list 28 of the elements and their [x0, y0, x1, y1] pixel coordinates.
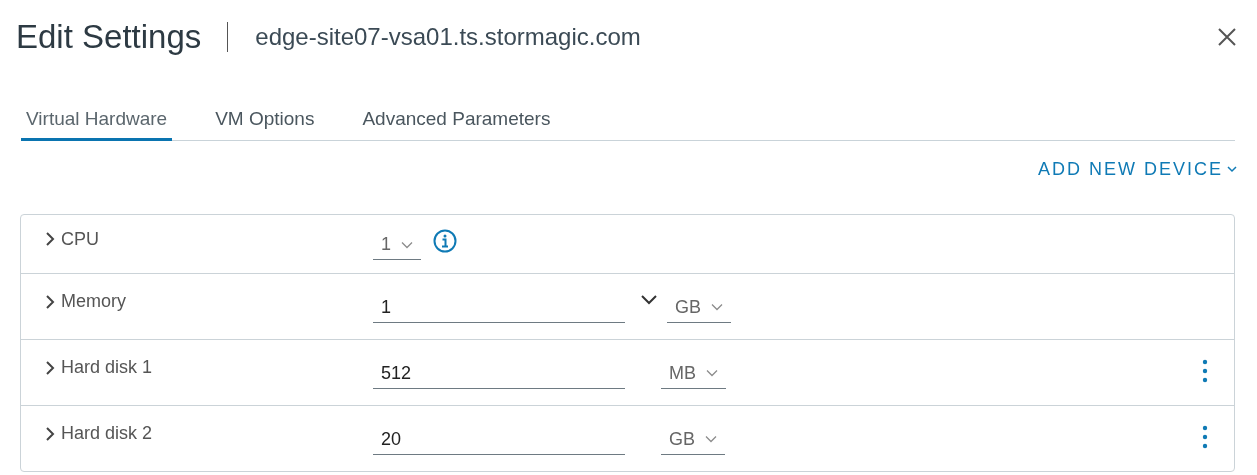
caret-icon [401, 240, 413, 249]
value-field[interactable]: 20 [373, 422, 625, 455]
expand-chevron-icon[interactable] [45, 231, 55, 247]
vm-name: edge-site07-vsa01.ts.stormagic.com [255, 23, 641, 51]
expand-chevron-icon[interactable] [45, 293, 55, 310]
tab[interactable]: Virtual Hardware [21, 104, 173, 141]
info-icon[interactable] [433, 229, 457, 253]
value-field[interactable]: 512 [373, 356, 625, 389]
add-device-button[interactable]: ADD NEW DEVICE [1037, 157, 1237, 181]
device-name: Memory [61, 291, 126, 312]
expand-chevron-icon[interactable] [45, 359, 55, 376]
tab[interactable]: VM Options [210, 104, 320, 141]
value-field[interactable]: 1 [373, 290, 625, 323]
caret-icon [711, 303, 723, 311]
tab[interactable]: Advanced Parameters [357, 104, 556, 141]
device-name: CPU [61, 228, 99, 250]
unit-dropdown[interactable]: GB [661, 422, 725, 455]
unit-dropdown[interactable]: MB [661, 356, 726, 389]
caret-icon [706, 369, 718, 377]
device-name: Hard disk 2 [61, 423, 153, 444]
chevron-down-icon[interactable] [641, 294, 657, 305]
caret-icon [1227, 165, 1237, 173]
cpu-dropdown[interactable]: 1 [373, 228, 421, 260]
dialog-title: Edit Settings [16, 18, 202, 56]
caret-icon [705, 435, 717, 443]
unit-dropdown[interactable]: GB [667, 290, 731, 323]
expand-chevron-icon[interactable] [45, 425, 55, 442]
device-name: Hard disk 1 [61, 357, 153, 378]
